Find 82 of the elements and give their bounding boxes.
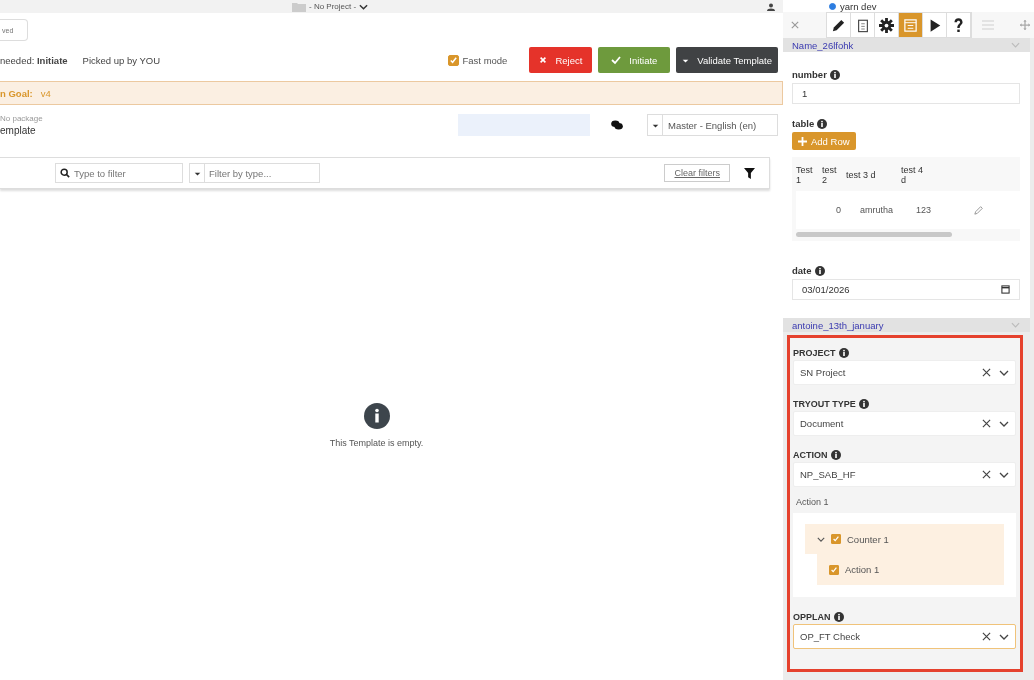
chevron-down-icon <box>1011 322 1020 329</box>
select-field[interactable]: NP_SAB_HF <box>793 462 1016 487</box>
environment-label: yarn dev <box>840 0 877 12</box>
select-field[interactable]: Document <box>793 411 1016 436</box>
status-text: needed: Initiate <box>0 54 68 66</box>
chevron-down-icon[interactable] <box>999 369 1009 376</box>
environment-radio[interactable] <box>829 2 836 10</box>
field-label: TRYOUT TYPE <box>793 399 856 409</box>
field-label: table <box>792 118 815 130</box>
fast-mode-label: Fast mode <box>462 54 508 66</box>
goal-value: v4 <box>40 87 51 99</box>
calendar-icon[interactable] <box>1001 285 1010 295</box>
search-field[interactable]: Type to filter <box>55 163 183 183</box>
date-field[interactable]: 03/01/2026 <box>792 279 1020 301</box>
template-name: emplate <box>0 125 37 136</box>
dropdown-button[interactable] <box>189 163 205 183</box>
info-icon <box>829 69 840 80</box>
chevron-down-icon[interactable] <box>999 420 1009 427</box>
filter-icon[interactable] <box>744 167 755 179</box>
field-label: ACTION <box>793 450 828 460</box>
language-dropdown[interactable]: Master - English (en) <box>647 114 778 136</box>
info-icon <box>814 265 825 276</box>
tree-item[interactable]: Counter 1 <box>805 524 1004 554</box>
column-header: test 3 d <box>846 170 877 181</box>
info-icon <box>817 118 828 129</box>
checkbox[interactable] <box>829 564 839 575</box>
help-icon <box>952 16 965 34</box>
picked-up-text: Picked up by YOU <box>82 54 161 66</box>
chevron-down-icon <box>1011 42 1020 49</box>
select-field[interactable]: SN Project <box>793 360 1016 385</box>
chevron-down-icon[interactable] <box>817 536 825 542</box>
clear-icon[interactable] <box>982 470 991 479</box>
fast-mode-checkbox[interactable] <box>447 54 459 66</box>
plus-icon <box>798 136 807 146</box>
field-label: OPPLAN <box>793 612 831 622</box>
table-cell-text: amrutha <box>860 205 895 216</box>
folder-icon <box>292 1 306 12</box>
checkmark-icon <box>611 55 622 65</box>
chevron-down-icon[interactable] <box>999 633 1009 640</box>
clear-icon[interactable] <box>982 419 991 428</box>
goal-label: n Goal: <box>0 87 33 99</box>
clear-icon[interactable] <box>982 632 991 641</box>
settings-icon <box>879 17 894 33</box>
clear-filters-button[interactable]: Clear filters <box>664 164 730 182</box>
tree-item[interactable]: Action 1 <box>817 554 1004 585</box>
column-header: Test 1 <box>796 165 814 186</box>
clipboard-icon <box>855 17 870 33</box>
info-icon <box>363 403 390 429</box>
table-cell-text: 123 <box>916 205 933 216</box>
chevron-down-icon[interactable] <box>999 471 1009 478</box>
chevron-down-icon <box>359 3 369 10</box>
close-icon <box>539 56 548 64</box>
field-label: PROJECT <box>793 348 836 358</box>
select-field[interactable]: OP_FT Check <box>793 624 1016 649</box>
reject-button[interactable]: Reject <box>529 47 593 73</box>
user-icon <box>767 2 775 11</box>
checkbox[interactable] <box>831 534 841 544</box>
project-selector[interactable]: - No Project - <box>292 1 369 12</box>
info-icon <box>858 399 869 409</box>
empty-message: This Template is empty. <box>329 438 424 448</box>
clear-icon[interactable] <box>982 368 991 377</box>
field-label: number <box>792 69 827 81</box>
validate-button[interactable]: Validate Template <box>676 47 778 73</box>
pencil-icon <box>831 17 846 33</box>
calendar-icon <box>903 17 918 33</box>
column-header: test 4 d <box>901 165 923 186</box>
info-icon <box>833 612 844 622</box>
field-label: date <box>792 265 812 277</box>
number-field[interactable]: 1 <box>792 83 1020 105</box>
field-label: Action 1 <box>796 497 830 507</box>
table-cell-text: 0 <box>836 205 842 216</box>
package-label: No package <box>0 114 43 123</box>
chat-icon[interactable] <box>611 120 623 130</box>
section-header[interactable]: antoine_13th_january <box>783 318 1030 332</box>
type-filter-field[interactable]: Filter by type... <box>205 163 320 183</box>
section-header[interactable]: Name_26lfohk <box>783 38 1030 53</box>
column-header: test 2 <box>822 165 838 186</box>
search-icon <box>60 168 70 178</box>
close-icon[interactable] <box>791 21 799 30</box>
info-icon <box>838 348 849 358</box>
scrollbar[interactable] <box>796 232 952 238</box>
info-icon <box>830 450 841 460</box>
